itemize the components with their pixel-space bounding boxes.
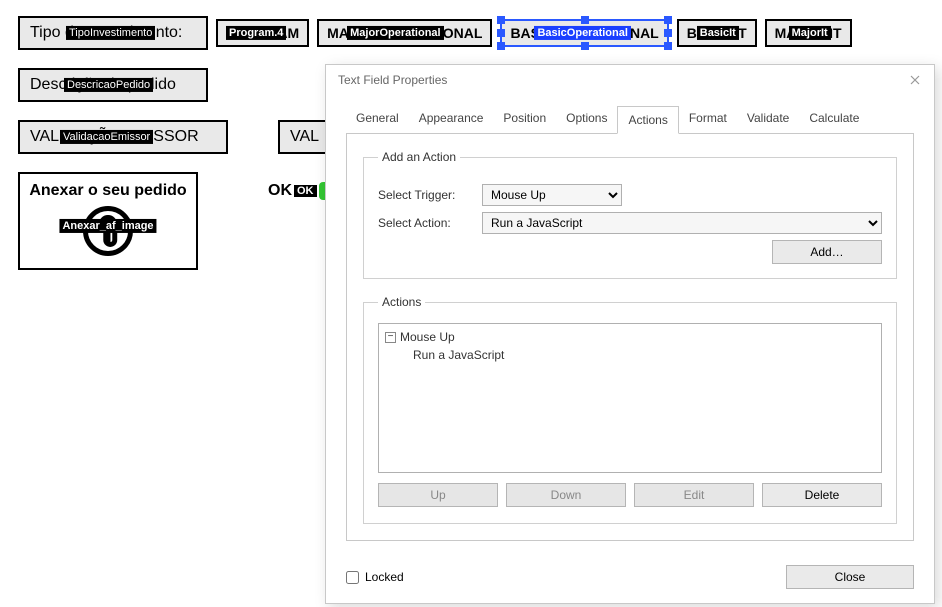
field-basic-it[interactable]: BASIC IT BasicIt: [677, 19, 757, 47]
field-validacao-emissor[interactable]: VALIDAÇÃO EMISSOR ValidacaoEmissor: [18, 120, 228, 154]
field-tag-overlay: TipoInvestimento: [66, 26, 155, 40]
field-text: VAL: [290, 128, 319, 145]
group-legend: Actions: [378, 295, 425, 309]
ok-tag: OK: [294, 185, 317, 197]
field-tag-overlay: Anexar_af_image: [59, 219, 156, 233]
actions-group: Actions − Mouse Up Run a JavaScript Up D…: [363, 295, 897, 524]
select-action-label: Select Action:: [378, 216, 474, 230]
add-button[interactable]: Add…: [772, 240, 882, 264]
tab-position[interactable]: Position: [493, 105, 556, 133]
edit-button[interactable]: Edit: [634, 483, 754, 507]
field-descricao-pedido[interactable]: Descrição do pedido DescricaoPedido: [18, 68, 208, 102]
tab-general[interactable]: General: [346, 105, 409, 133]
dialog-titlebar[interactable]: Text Field Properties: [326, 65, 934, 95]
tab-options[interactable]: Options: [556, 105, 617, 133]
field-major-operational[interactable]: MAJOR OPERATIONAL MajorOperational: [317, 19, 492, 47]
locked-checkbox[interactable]: [346, 571, 359, 584]
up-button[interactable]: Up: [378, 483, 498, 507]
select-action[interactable]: Run a JavaScript: [482, 212, 882, 234]
tab-page-actions: Add an Action Select Trigger: Mouse Up S…: [346, 133, 914, 541]
field-program[interactable]: PROGRAM Program.4: [216, 19, 309, 47]
text-field-properties-dialog: Text Field Properties General Appearance…: [325, 64, 935, 604]
field-tag-overlay: DescricaoPedido: [64, 78, 153, 92]
tab-format[interactable]: Format: [679, 105, 737, 133]
tabstrip: General Appearance Position Options Acti…: [346, 105, 914, 133]
group-legend: Add an Action: [378, 150, 460, 164]
down-button[interactable]: Down: [506, 483, 626, 507]
select-trigger-label: Select Trigger:: [378, 188, 474, 202]
field-major-it[interactable]: MAJOR IT MajorIt: [765, 19, 852, 47]
field-tag-overlay: Program.4: [226, 26, 286, 40]
field-tag-overlay: MajorIt: [789, 26, 831, 40]
field-tag-overlay: MajorOperational: [347, 26, 443, 40]
close-button[interactable]: Close: [786, 565, 914, 589]
delete-button[interactable]: Delete: [762, 483, 882, 507]
tree-child-row[interactable]: Run a JavaScript: [385, 346, 875, 364]
ok-text: OK: [268, 182, 292, 200]
dialog-title: Text Field Properties: [338, 73, 447, 87]
close-icon[interactable]: [902, 69, 928, 91]
expander-icon[interactable]: −: [385, 332, 396, 343]
add-action-group: Add an Action Select Trigger: Mouse Up S…: [363, 150, 897, 279]
select-trigger[interactable]: Mouse Up: [482, 184, 622, 206]
tab-actions[interactable]: Actions: [617, 106, 678, 134]
tab-appearance[interactable]: Appearance: [409, 105, 494, 133]
tree-root-label: Mouse Up: [400, 330, 455, 344]
tab-calculate[interactable]: Calculate: [799, 105, 869, 133]
attach-label: Anexar o seu pedido: [26, 182, 190, 200]
locked-label: Locked: [365, 570, 404, 584]
field-tag-overlay: BasicIt: [697, 26, 739, 40]
field-tipo-investimento-label[interactable]: Tipo de Investimento: TipoInvestimento: [18, 16, 208, 50]
tree-child-label: Run a JavaScript: [413, 348, 504, 362]
tab-validate[interactable]: Validate: [737, 105, 799, 133]
field-basic-operational-selected[interactable]: BASIC OPERATIONAL BasicOperational: [500, 19, 668, 47]
attach-box[interactable]: Anexar o seu pedido Anexar_af_image: [18, 172, 198, 270]
field-tag-overlay: ValidacaoEmissor: [60, 130, 153, 144]
field-tag-overlay: BasicOperational: [534, 26, 630, 40]
tree-root-row[interactable]: − Mouse Up: [385, 328, 875, 346]
locked-checkbox-wrap[interactable]: Locked: [346, 570, 404, 584]
actions-tree[interactable]: − Mouse Up Run a JavaScript: [378, 323, 882, 473]
